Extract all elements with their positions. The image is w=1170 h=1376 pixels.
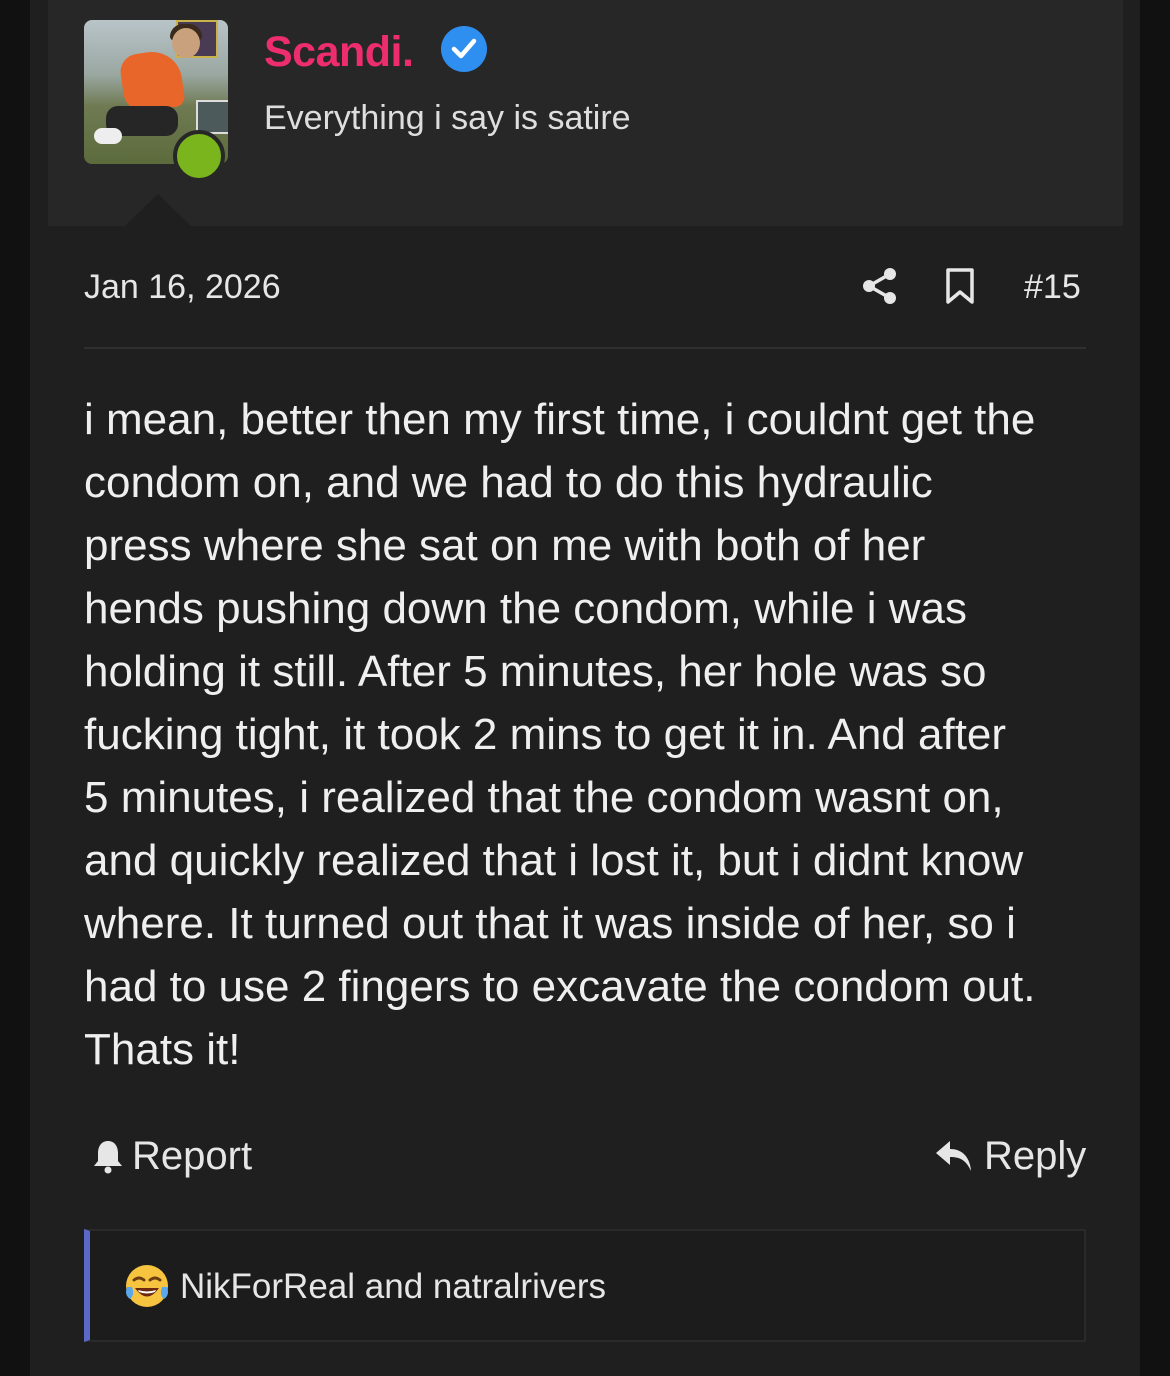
avatar-detail bbox=[94, 128, 122, 144]
post-date[interactable]: Jan 16, 2026 bbox=[84, 268, 281, 307]
avatar-detail bbox=[172, 28, 200, 58]
checkmark-icon bbox=[451, 38, 477, 59]
reply-button[interactable]: Reply bbox=[934, 1134, 1094, 1178]
post-body-line: had to use 2 fingers to excavate the con… bbox=[84, 962, 1036, 1011]
post-body: i mean, better then my first time, i cou… bbox=[84, 388, 1094, 1081]
avatar-detail bbox=[196, 100, 228, 134]
reactions-bar[interactable]: NikForReal and natralrivers bbox=[84, 1229, 1086, 1342]
post-body-line: Thats it! bbox=[84, 1025, 241, 1074]
bookmark-icon[interactable] bbox=[944, 267, 976, 305]
post-body-line: and quickly realized that i lost it, but… bbox=[84, 836, 1024, 885]
post-number-link[interactable]: #15 bbox=[1024, 268, 1081, 307]
user-title: Everything i say is satire bbox=[264, 99, 631, 137]
post-body-line: where. It turned out that it was inside … bbox=[84, 899, 1016, 948]
username[interactable]: Scandi. bbox=[264, 28, 414, 77]
report-label: Report bbox=[132, 1134, 253, 1178]
verified-badge-icon bbox=[441, 26, 487, 72]
post-body-line: fucking tight, it took 2 mins to get it … bbox=[84, 710, 1007, 759]
post-body-line: 5 minutes, i realized that the condom wa… bbox=[84, 773, 1004, 822]
reply-label: Reply bbox=[984, 1134, 1087, 1178]
post-body-line: hends pushing down the condom, while i w… bbox=[84, 584, 967, 633]
post-body-line: holding it still. After 5 minutes, her h… bbox=[84, 647, 987, 696]
divider bbox=[84, 347, 1086, 349]
post-body-line: press where she sat on me with both of h… bbox=[84, 521, 926, 570]
share-icon[interactable] bbox=[861, 267, 899, 305]
post-body-line: i mean, better then my first time, i cou… bbox=[84, 395, 1036, 444]
laughing-crying-emoji-icon bbox=[126, 1265, 168, 1307]
bell-icon bbox=[94, 1141, 122, 1174]
online-status-indicator bbox=[173, 130, 225, 182]
reply-arrow-icon bbox=[936, 1141, 971, 1171]
post-body-line: condom on, and we had to do this hydraul… bbox=[84, 458, 933, 507]
author-block-pointer bbox=[125, 194, 191, 226]
reaction-users[interactable]: NikForReal and natralrivers bbox=[180, 1267, 606, 1307]
